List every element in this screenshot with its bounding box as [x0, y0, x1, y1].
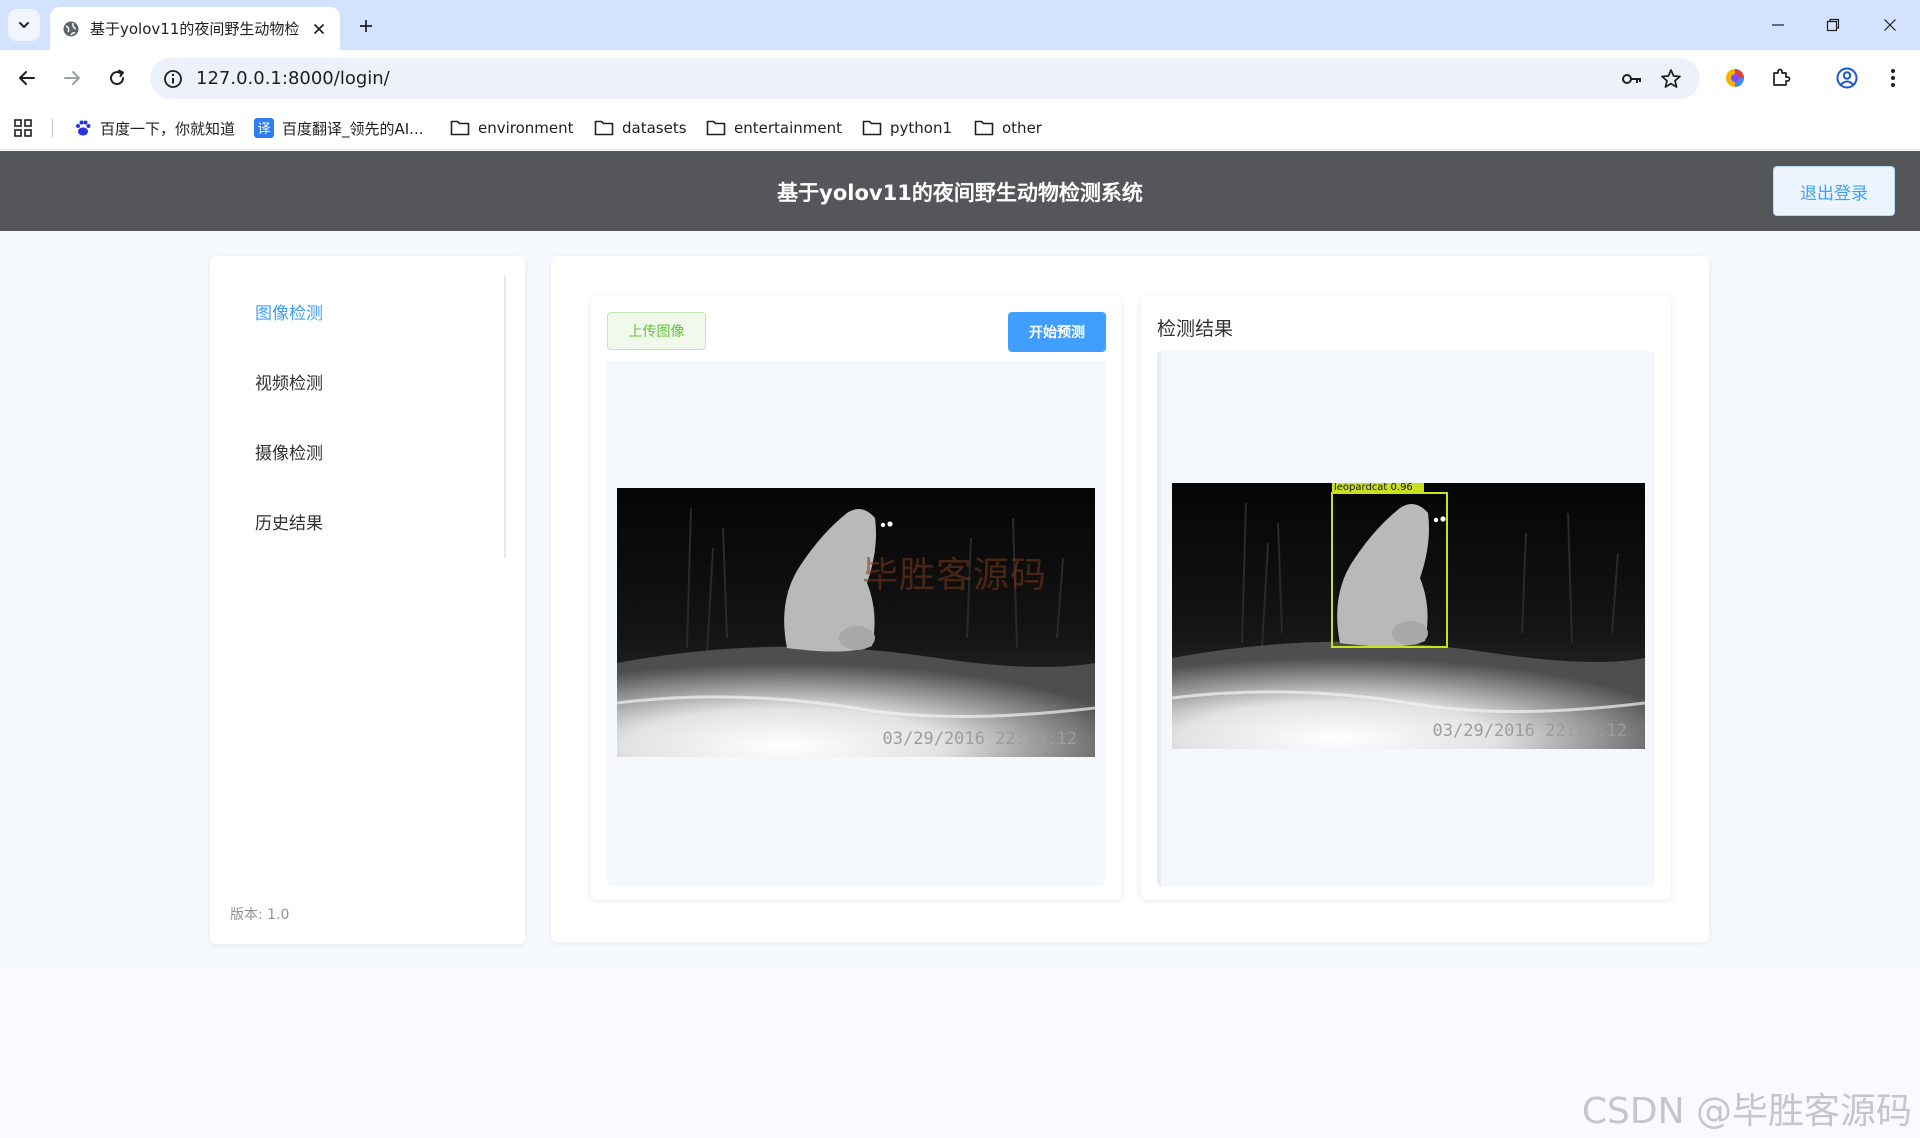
minimize-icon — [1772, 24, 1784, 26]
browser-tab-active[interactable]: 基于yolov11的夜间野生动物检 — [50, 7, 340, 50]
image-timestamp: 03/29/2016 22:19:12 — [1432, 721, 1627, 741]
address-url[interactable]: 127.0.0.1:8000/login/ — [196, 68, 390, 89]
restore-icon — [1826, 18, 1840, 32]
extension-colorful-button[interactable] — [1720, 63, 1750, 93]
version-label: 版本: 1.0 — [230, 907, 290, 923]
upload-image-button[interactable]: 上传图像 — [607, 312, 706, 350]
minimize-button[interactable] — [1758, 10, 1798, 40]
input-image-area[interactable]: 毕胜客源码 03/29/2016 22:19:12 — [607, 361, 1105, 886]
browser-menu-button[interactable] — [1878, 63, 1908, 93]
image-timestamp: 03/29/2016 22:19:12 — [882, 729, 1077, 749]
main-panel: 上传图像 开始预测 毕胜客源码 03/29/2016 22:19:12 检测结果… — [551, 256, 1709, 942]
logout-button[interactable]: 退出登录 — [1773, 166, 1895, 216]
puzzle-icon — [1773, 68, 1791, 86]
sidebar: 图像检测 视频检测 摄像检测 历史结果 版本: 1.0 — [210, 256, 525, 944]
close-icon — [313, 23, 325, 34]
result-card: 检测结果 leopardcat 0.96 03/29/2016 22:19:12 — [1141, 296, 1671, 900]
password-key-button[interactable] — [1620, 67, 1644, 91]
browser-tab-strip: 基于yolov11的夜间野生动物检 — [0, 0, 1920, 50]
bookmark-label: python1 — [890, 119, 953, 137]
night-camera-photo — [1172, 483, 1645, 749]
app-header: 基于yolov11的夜间野生动物检测系统 退出登录 — [0, 151, 1920, 231]
baidu-paw-icon — [76, 120, 91, 136]
apps-grid-icon — [14, 119, 32, 137]
close-icon — [1884, 19, 1896, 31]
key-icon — [1622, 74, 1641, 84]
bookmark-folder-datasets[interactable]: datasets — [594, 116, 687, 140]
tab-title: 基于yolov11的夜间野生动物检 — [90, 20, 300, 38]
profile-button[interactable] — [1832, 63, 1862, 93]
apps-button[interactable] — [14, 116, 40, 140]
folder-icon — [594, 120, 614, 136]
upload-card: 上传图像 开始预测 毕胜客源码 03/29/2016 22:19:12 — [591, 296, 1121, 900]
bookmark-label: 百度一下，你就知道 — [100, 119, 236, 138]
bookmarks-divider — [52, 119, 53, 137]
svg-text:译: 译 — [257, 122, 270, 137]
sidebar-item-history[interactable]: 历史结果 — [210, 486, 504, 556]
sidebar-item-camera-detection[interactable]: 摄像检测 — [210, 416, 504, 486]
globe-icon — [63, 21, 79, 36]
forward-button[interactable] — [57, 63, 87, 93]
site-info-icon[interactable] — [162, 68, 184, 90]
arrow-left-icon — [19, 71, 35, 85]
result-title: 检测结果 — [1157, 318, 1234, 340]
bookmark-folder-other[interactable]: other — [974, 116, 1042, 140]
input-image: 毕胜客源码 03/29/2016 22:19:12 — [617, 488, 1095, 757]
back-button[interactable] — [12, 63, 42, 93]
sidebar-item-video-detection[interactable]: 视频检测 — [210, 346, 504, 416]
extension-logo-icon — [1726, 69, 1744, 87]
bookmark-folder-python1[interactable]: python1 — [862, 116, 952, 140]
bookmark-label: entertainment — [734, 119, 842, 137]
page-title: 基于yolov11的夜间野生动物检测系统 — [777, 181, 1143, 205]
new-tab-button[interactable] — [352, 12, 380, 40]
result-image-area: leopardcat 0.96 03/29/2016 22:19:12 — [1157, 351, 1655, 886]
folder-icon — [706, 120, 726, 136]
image-overlay-text: 毕胜客源码 — [862, 555, 1048, 596]
folder-icon — [974, 120, 994, 136]
sidebar-item-image-detection[interactable]: 图像检测 — [210, 276, 504, 346]
night-camera-photo — [617, 488, 1095, 757]
chevron-down-icon — [19, 22, 29, 28]
sidebar-menu: 图像检测 视频检测 摄像检测 历史结果 — [210, 276, 506, 558]
close-window-button[interactable] — [1870, 10, 1910, 40]
bookmark-label: environment — [478, 119, 574, 137]
star-icon — [1661, 69, 1681, 88]
bookmark-baidu-translate[interactable]: 译 百度翻译_领先的AI... — [254, 116, 424, 140]
bookmarks-bar: 百度一下，你就知道 译 百度翻译_领先的AI... environment da… — [0, 106, 1920, 150]
detection-label: leopardcat 0.96 — [1334, 483, 1413, 493]
bookmark-star-button[interactable] — [1659, 67, 1683, 91]
folder-icon — [862, 120, 882, 136]
result-image: leopardcat 0.96 03/29/2016 22:19:12 — [1172, 483, 1645, 749]
bookmark-folder-entertainment[interactable]: entertainment — [706, 116, 842, 140]
reload-icon — [110, 69, 125, 86]
arrow-right-icon — [64, 71, 80, 85]
user-avatar-icon — [1836, 67, 1858, 89]
folder-icon — [450, 120, 470, 136]
bookmark-baidu[interactable]: 百度一下，你就知道 — [74, 116, 235, 140]
bookmark-label: 百度翻译_领先的AI... — [282, 119, 424, 138]
csdn-watermark: CSDN @毕胜客源码 — [1581, 1091, 1912, 1132]
bookmark-label: other — [1002, 119, 1042, 137]
bookmark-folder-environment[interactable]: environment — [450, 116, 574, 140]
restore-button[interactable] — [1813, 10, 1853, 40]
baidu-translate-icon: 译 — [254, 118, 274, 138]
reload-button[interactable] — [102, 63, 132, 93]
plus-icon — [360, 20, 372, 32]
start-predict-button[interactable]: 开始预测 — [1008, 312, 1106, 352]
address-bar[interactable]: 127.0.0.1:8000/login/ — [150, 58, 1700, 99]
tab-close-button[interactable] — [308, 18, 330, 40]
bookmark-label: datasets — [622, 119, 687, 137]
tab-search-button[interactable] — [8, 9, 40, 41]
extensions-button[interactable] — [1766, 63, 1796, 93]
kebab-menu-icon — [1891, 69, 1895, 87]
browser-toolbar: 127.0.0.1:8000/login/ — [0, 50, 1920, 106]
